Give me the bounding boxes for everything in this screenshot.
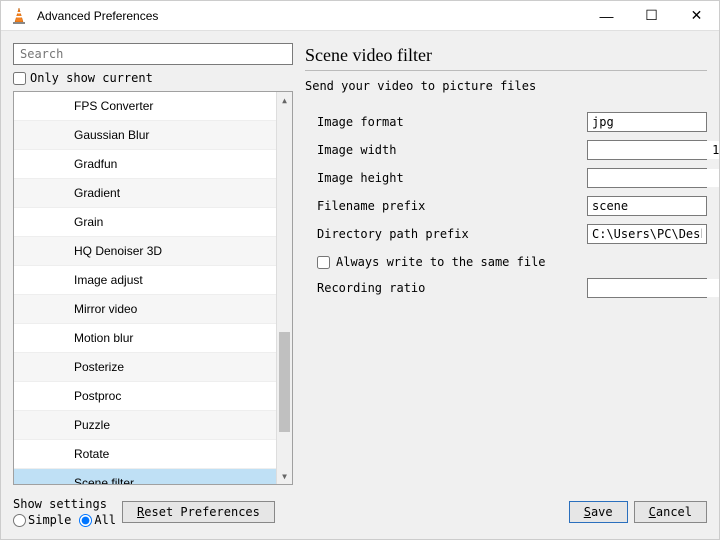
row-image-height: Image height ▲ ▼ bbox=[305, 165, 707, 191]
scroll-thumb[interactable] bbox=[279, 332, 290, 432]
spinner-image-width[interactable]: ▲ ▼ bbox=[587, 140, 707, 160]
reset-preferences-button[interactable]: Reset Preferences bbox=[122, 501, 275, 523]
list-item[interactable]: Gradient bbox=[14, 179, 276, 208]
input-image-format[interactable] bbox=[587, 112, 707, 132]
only-show-current-checkbox[interactable]: Only show current bbox=[13, 71, 293, 85]
window-title: Advanced Preferences bbox=[37, 9, 584, 23]
only-show-current-input[interactable] bbox=[13, 72, 26, 85]
row-directory-path: Directory path prefix bbox=[305, 221, 707, 247]
list-item[interactable]: Gradfun bbox=[14, 150, 276, 179]
label-recording-ratio: Recording ratio bbox=[305, 281, 587, 295]
show-settings-group: Show settings Simple All bbox=[13, 497, 116, 527]
advanced-preferences-window: Advanced Preferences — ☐ ✕ Only show cur… bbox=[0, 0, 720, 540]
list-item[interactable]: HQ Denoiser 3D bbox=[14, 237, 276, 266]
spinner-image-height[interactable]: ▲ ▼ bbox=[587, 168, 707, 188]
panel-title: Scene video filter bbox=[305, 45, 707, 71]
show-settings-label: Show settings bbox=[13, 497, 116, 511]
list-item[interactable]: Motion blur bbox=[14, 324, 276, 353]
row-image-width: Image width ▲ ▼ bbox=[305, 137, 707, 163]
scroll-up-icon[interactable]: ▲ bbox=[277, 92, 292, 108]
list-item[interactable]: Gaussian Blur bbox=[14, 121, 276, 150]
label-image-format: Image format bbox=[305, 115, 587, 129]
input-directory-path[interactable] bbox=[587, 224, 707, 244]
label-image-height: Image height bbox=[305, 171, 587, 185]
list-item[interactable]: Mirror video bbox=[14, 295, 276, 324]
label-directory-path: Directory path prefix bbox=[305, 227, 587, 241]
filter-list-inner: FPS ConverterGaussian BlurGradfunGradien… bbox=[14, 92, 276, 484]
list-item[interactable]: Scene filter bbox=[14, 469, 276, 484]
list-item[interactable]: Postproc bbox=[14, 382, 276, 411]
maximize-button[interactable]: ☐ bbox=[629, 1, 674, 31]
row-recording-ratio: Recording ratio ▲ ▼ bbox=[305, 275, 707, 301]
checkbox-always-same-file[interactable] bbox=[317, 256, 330, 269]
list-item[interactable]: Grain bbox=[14, 208, 276, 237]
label-filename-prefix: Filename prefix bbox=[305, 199, 587, 213]
only-show-current-label: Only show current bbox=[30, 71, 153, 85]
filter-list: FPS ConverterGaussian BlurGradfunGradien… bbox=[13, 91, 293, 485]
panel-subtitle: Send your video to picture files bbox=[305, 79, 707, 93]
label-always-same-file: Always write to the same file bbox=[336, 255, 546, 269]
scrollbar[interactable]: ▲ ▼ bbox=[276, 92, 292, 484]
titlebar: Advanced Preferences — ☐ ✕ bbox=[1, 1, 719, 31]
list-item[interactable]: Puzzle bbox=[14, 411, 276, 440]
radio-all[interactable]: All bbox=[79, 513, 116, 527]
input-filename-prefix[interactable] bbox=[587, 196, 707, 216]
spinner-recording-ratio[interactable]: ▲ ▼ bbox=[587, 278, 707, 298]
right-panel: Scene video filter Send your video to pi… bbox=[305, 43, 707, 485]
scroll-down-icon[interactable]: ▼ bbox=[277, 468, 292, 484]
label-image-width: Image width bbox=[305, 143, 587, 157]
list-item[interactable]: Rotate bbox=[14, 440, 276, 469]
minimize-button[interactable]: — bbox=[584, 1, 629, 31]
content-area: Only show current FPS ConverterGaussian … bbox=[1, 31, 719, 489]
row-always-same-file: Always write to the same file bbox=[305, 249, 707, 275]
radio-simple[interactable]: Simple bbox=[13, 513, 71, 527]
row-filename-prefix: Filename prefix bbox=[305, 193, 707, 219]
vlc-cone-icon bbox=[9, 6, 29, 26]
list-item[interactable]: FPS Converter bbox=[14, 92, 276, 121]
save-button[interactable]: Save bbox=[569, 501, 628, 523]
input-recording-ratio[interactable] bbox=[588, 279, 719, 297]
search-input[interactable] bbox=[13, 43, 293, 65]
input-image-width[interactable] bbox=[588, 141, 719, 159]
close-button[interactable]: ✕ bbox=[674, 1, 719, 31]
input-image-height[interactable] bbox=[588, 169, 719, 187]
list-item[interactable]: Image adjust bbox=[14, 266, 276, 295]
cancel-button[interactable]: Cancel bbox=[634, 501, 707, 523]
left-panel: Only show current FPS ConverterGaussian … bbox=[13, 43, 293, 485]
list-item[interactable]: Posterize bbox=[14, 353, 276, 382]
row-image-format: Image format bbox=[305, 109, 707, 135]
footer: Show settings Simple All Reset Preferenc… bbox=[1, 489, 719, 539]
